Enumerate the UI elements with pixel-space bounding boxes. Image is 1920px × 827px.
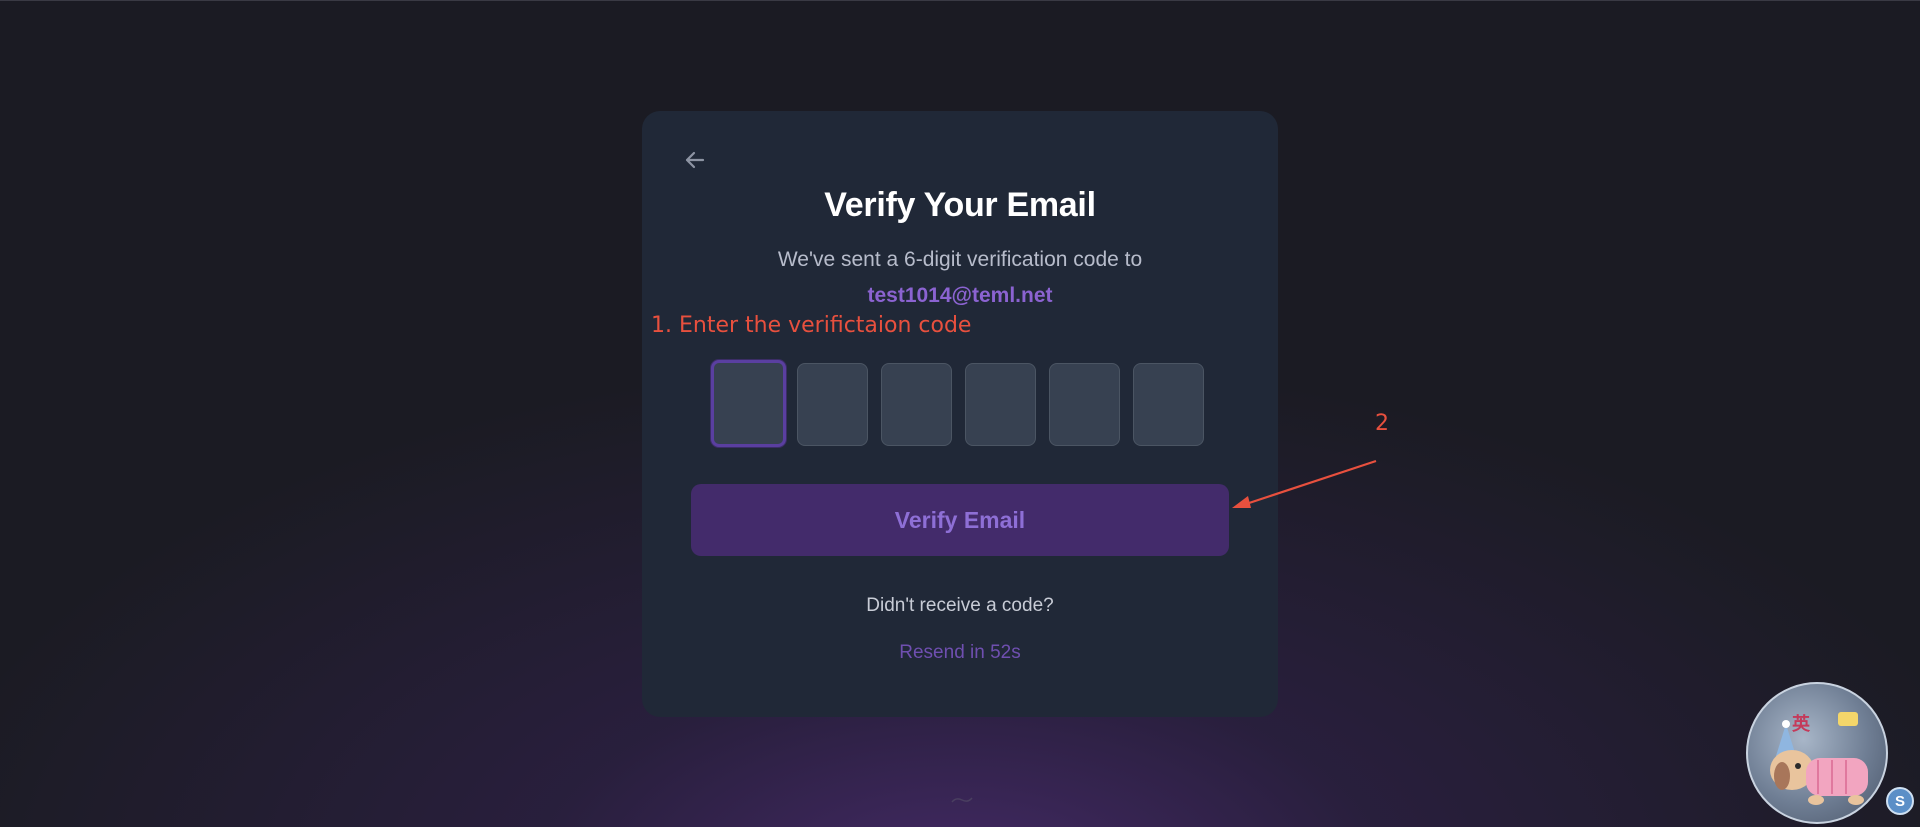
email-address: test1014@teml.net <box>867 284 1053 307</box>
code-digit-2[interactable] <box>797 363 868 446</box>
code-digit-3[interactable] <box>881 363 952 446</box>
arrow-left-icon <box>683 148 707 177</box>
subtitle-text: We've sent a 6-digit verification code t… <box>777 248 1143 271</box>
s-badge-icon[interactable]: S <box>1886 787 1914 815</box>
page-title: Verify Your Email <box>824 186 1096 224</box>
dog-mascot-icon <box>1770 712 1868 805</box>
assistant-widget[interactable]: 英 <box>1746 682 1888 824</box>
verify-email-button[interactable]: Verify Email <box>691 484 1229 556</box>
didnt-receive-text: Didn't receive a code? <box>866 595 1054 616</box>
top-divider <box>0 0 1920 1</box>
annotation-step-1: 1. Enter the verifictaion code <box>651 313 972 338</box>
code-digit-1[interactable] <box>711 360 786 447</box>
code-digit-6[interactable] <box>1133 363 1204 446</box>
annotation-arrow <box>1232 459 1377 508</box>
back-button[interactable] <box>680 147 710 177</box>
annotation-step-2: 2 <box>1375 411 1389 436</box>
bottom-handle-icon <box>951 797 973 803</box>
code-digit-5[interactable] <box>1049 363 1120 446</box>
resend-link[interactable]: Resend in 52s <box>642 642 1278 664</box>
verify-email-card: Verify Your Email We've sent a 6-digit v… <box>642 111 1278 717</box>
code-digit-4[interactable] <box>965 363 1036 446</box>
